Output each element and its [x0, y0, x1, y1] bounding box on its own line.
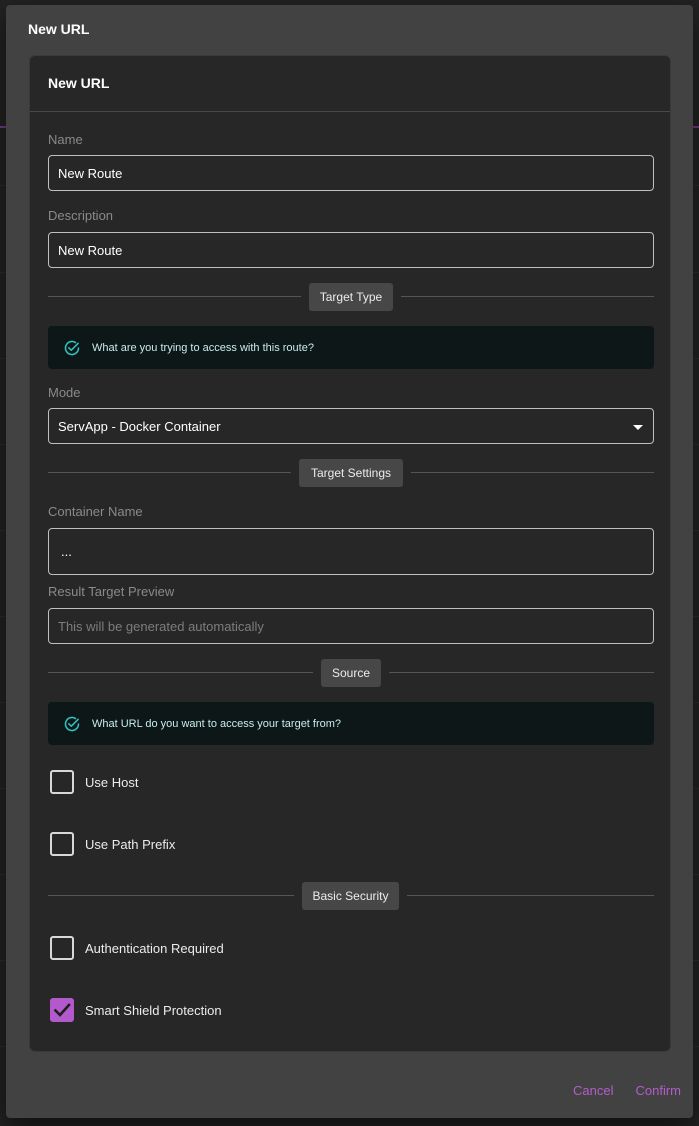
target-type-info-text: What are you trying to access with this … [92, 341, 314, 354]
target-type-divider: Target Type [48, 283, 654, 311]
description-label: Description [48, 208, 114, 223]
confirm-button[interactable]: Confirm [635, 1083, 681, 1098]
description-input[interactable]: New Route [48, 232, 654, 268]
use-path-prefix-checkbox-box[interactable] [50, 832, 74, 856]
use-path-prefix-checkbox[interactable]: Use Path Prefix [48, 831, 175, 857]
dialog-title: New URL [28, 21, 90, 37]
smart-shield-checkbox-box[interactable] [50, 998, 74, 1022]
description-input-value: New Route [58, 242, 123, 258]
mode-label: Mode [48, 385, 81, 400]
use-host-checkbox-box[interactable] [50, 770, 74, 794]
new-url-dialog: New URL New URL Name New Route Descripti… [6, 5, 693, 1118]
auth-required-label: Authentication Required [85, 940, 224, 956]
check-circle-icon [64, 340, 80, 355]
checkmark-icon [53, 1003, 71, 1017]
basic-security-chip: Basic Security [302, 882, 399, 910]
target-settings-divider: Target Settings [48, 459, 654, 487]
auth-required-checkbox-box[interactable] [50, 936, 74, 960]
container-name-label: Container Name [48, 504, 143, 519]
use-host-label: Use Host [85, 774, 139, 790]
container-name-input[interactable]: ... [48, 528, 654, 575]
result-preview-input[interactable]: This will be generated automatically [48, 608, 654, 644]
use-path-prefix-label: Use Path Prefix [85, 836, 176, 852]
mode-select[interactable]: ServApp - Docker Container [48, 408, 654, 444]
divider-line [411, 472, 654, 473]
source-chip: Source [321, 659, 381, 687]
source-info-text: What URL do you want to access your targ… [92, 717, 342, 730]
target-type-info: What are you trying to access with this … [48, 326, 654, 369]
divider-line [48, 472, 291, 473]
caret-down-icon [633, 425, 643, 430]
target-settings-chip: Target Settings [299, 459, 403, 487]
name-input-value: New Route [58, 165, 123, 181]
divider-line [48, 895, 294, 896]
divider-line [48, 296, 301, 297]
card-title: New URL [48, 75, 110, 91]
check-circle-icon [64, 716, 80, 731]
divider-line [401, 296, 654, 297]
card-header: New URL [30, 56, 670, 112]
divider-line [389, 672, 654, 673]
basic-security-divider: Basic Security [48, 882, 654, 910]
dialog-actions: Cancel Confirm [573, 1083, 681, 1098]
result-preview-placeholder: This will be generated automatically [58, 618, 264, 634]
name-label: Name [48, 132, 83, 147]
cancel-button[interactable]: Cancel [573, 1083, 613, 1098]
divider-line [48, 672, 313, 673]
result-preview-label: Result Target Preview [48, 584, 175, 599]
divider-line [407, 895, 654, 896]
source-info: What URL do you want to access your targ… [48, 702, 654, 745]
auth-required-checkbox[interactable]: Authentication Required [48, 935, 224, 961]
source-divider: Source [48, 659, 654, 687]
smart-shield-checkbox[interactable]: Smart Shield Protection [48, 997, 222, 1023]
use-host-checkbox[interactable]: Use Host [48, 769, 138, 795]
container-name-input-value: ... [61, 544, 72, 559]
name-input[interactable]: New Route [48, 155, 654, 191]
mode-select-value: ServApp - Docker Container [58, 418, 221, 434]
form-card: New URL Name New Route Description New R… [29, 55, 671, 1052]
smart-shield-label: Smart Shield Protection [85, 1002, 222, 1018]
target-type-chip: Target Type [309, 283, 393, 311]
